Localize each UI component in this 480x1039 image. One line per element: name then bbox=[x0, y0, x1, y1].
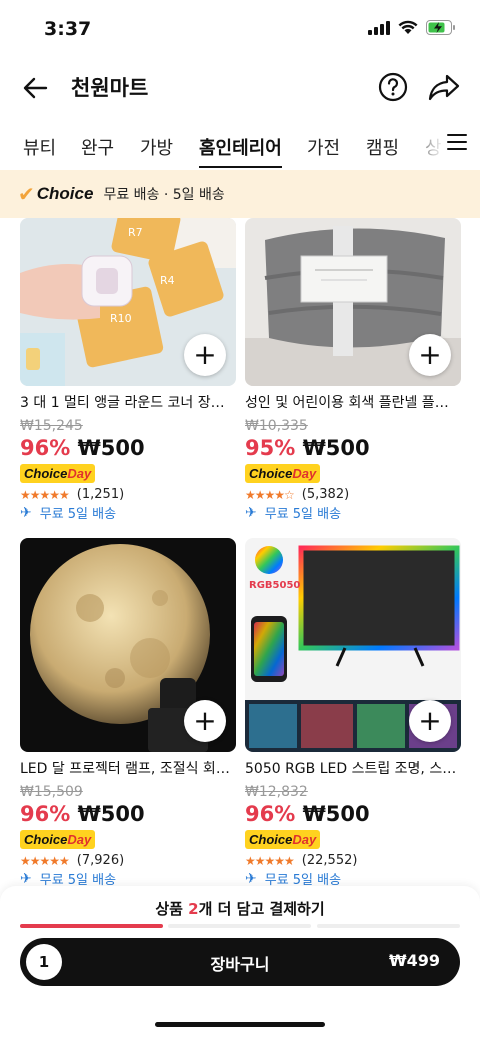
battery-charging-icon bbox=[426, 20, 455, 35]
menu-icon[interactable] bbox=[446, 130, 468, 154]
product-image[interactable]: + bbox=[20, 538, 236, 752]
shipping-row: ✈ 무료 5일 배송 bbox=[20, 869, 236, 887]
airplane-icon: ✈ bbox=[245, 870, 257, 887]
add-to-cart-plus-icon[interactable]: + bbox=[184, 334, 226, 376]
cart-total: ₩499 bbox=[388, 951, 440, 970]
tab-bags[interactable]: 가방 bbox=[140, 134, 173, 160]
product-name[interactable]: LED 달 프로젝터 램프, 조절식 회전 ... bbox=[20, 758, 236, 778]
checkout-panel: 상품 2개 더 담고 결제하기 1 장바구니 ₩499 bbox=[0, 886, 480, 1039]
add-to-cart-plus-icon[interactable]: + bbox=[184, 700, 226, 742]
discount-percent: 96% bbox=[20, 436, 71, 460]
discount-percent: 95% bbox=[245, 436, 296, 460]
shipping-row: ✈ 무료 5일 배송 bbox=[245, 503, 461, 523]
shipping-row: ✈ 무료 5일 배송 bbox=[20, 503, 236, 523]
product-card[interactable]: RGB5050 + 5050 RGB LED 스트립 조명, 스마... ₩12… bbox=[245, 538, 461, 886]
price-line: 96% ₩500 bbox=[20, 436, 236, 460]
image-label-r10: R10 bbox=[110, 312, 132, 325]
price-line: 96% ₩500 bbox=[245, 802, 461, 826]
add-to-cart-plus-icon[interactable]: + bbox=[409, 700, 451, 742]
choice-day-badge: ChoiceDay bbox=[20, 464, 96, 483]
sale-price: ₩500 bbox=[302, 436, 370, 460]
star-rating-icon: ★★★★☆ bbox=[245, 487, 295, 502]
tab-camping[interactable]: 캠핑 bbox=[366, 134, 399, 160]
progress-segment bbox=[168, 924, 311, 928]
cart-button[interactable]: 1 장바구니 ₩499 bbox=[20, 938, 460, 986]
image-label-rgb5050: RGB5050 bbox=[249, 580, 300, 591]
sale-price: ₩500 bbox=[302, 802, 370, 826]
shipping-text: 무료 5일 배송 bbox=[39, 507, 117, 522]
choice-day-badge: ChoiceDay bbox=[245, 830, 321, 849]
help-icon[interactable] bbox=[377, 71, 409, 103]
category-tabs: 뷰티 완구 가방 홈인테리어 가전 캠핑 상 bbox=[0, 124, 480, 168]
star-rating-icon: ★★★★★ bbox=[245, 853, 295, 868]
original-price: ₩15,509 bbox=[20, 784, 83, 800]
airplane-icon: ✈ bbox=[20, 504, 32, 521]
product-card[interactable]: + LED 달 프로젝터 램프, 조절식 회전 ... ₩15,509 96% … bbox=[20, 538, 236, 886]
promo-progress bbox=[20, 924, 460, 928]
tab-home-interior[interactable]: 홈인테리어 bbox=[199, 134, 282, 168]
star-rating-icon: ★★★★★ bbox=[20, 487, 70, 502]
discount-percent: 96% bbox=[20, 802, 71, 826]
choice-day-badge: ChoiceDay bbox=[20, 830, 96, 849]
original-price: ₩10,335 bbox=[245, 418, 308, 434]
rating-row: ★★★★★ (7,926) bbox=[20, 853, 236, 868]
tab-beauty[interactable]: 뷰티 bbox=[23, 134, 56, 160]
add-to-cart-plus-icon[interactable]: + bbox=[409, 334, 451, 376]
choice-banner[interactable]: ✔ Choice 무료 배송 · 5일 배송 bbox=[0, 170, 480, 218]
promo-message: 상품 2개 더 담고 결제하기 bbox=[155, 900, 325, 918]
signal-icon bbox=[368, 20, 390, 35]
rating-row: ★★★★★ (22,552) bbox=[245, 853, 461, 868]
shipping-row: ✈ 무료 5일 배송 bbox=[245, 869, 461, 887]
review-count: (7,926) bbox=[76, 853, 125, 868]
star-rating-icon: ★★★★★ bbox=[20, 853, 70, 868]
choice-day-badge: ChoiceDay bbox=[245, 464, 321, 483]
share-icon[interactable] bbox=[427, 71, 461, 103]
shipping-text: 무료 5일 배송 bbox=[264, 507, 342, 522]
product-image[interactable]: R7 R4 R10 + bbox=[20, 218, 236, 386]
review-count: (5,382) bbox=[301, 487, 350, 502]
sale-price: ₩500 bbox=[77, 436, 145, 460]
original-price: ₩12,832 bbox=[245, 784, 308, 800]
progress-segment bbox=[317, 924, 460, 928]
back-arrow-icon[interactable] bbox=[20, 72, 52, 104]
tabs-fade bbox=[404, 124, 444, 168]
progress-segment bbox=[20, 924, 163, 928]
product-image[interactable]: RGB5050 + bbox=[245, 538, 461, 752]
tab-toys[interactable]: 완구 bbox=[81, 134, 114, 160]
product-card[interactable]: R7 R4 R10 + 3 대 1 멀티 앵글 라운드 코너 장치 ... ₩1… bbox=[20, 218, 236, 522]
price-line: 95% ₩500 bbox=[245, 436, 461, 460]
review-count: (22,552) bbox=[301, 853, 358, 868]
product-grid: R7 R4 R10 + 3 대 1 멀티 앵글 라운드 코너 장치 ... ₩1… bbox=[0, 218, 480, 886]
wifi-icon bbox=[398, 20, 418, 34]
airplane-icon: ✈ bbox=[20, 870, 32, 887]
rating-row: ★★★★☆ (5,382) bbox=[245, 487, 461, 502]
status-icons bbox=[368, 20, 456, 35]
status-bar: 3:37 bbox=[0, 0, 480, 60]
price-line: 96% ₩500 bbox=[20, 802, 236, 826]
product-name[interactable]: 3 대 1 멀티 앵글 라운드 코너 장치 ... bbox=[20, 392, 236, 412]
discount-percent: 96% bbox=[245, 802, 296, 826]
image-label-r7: R7 bbox=[128, 226, 143, 239]
status-time: 3:37 bbox=[44, 18, 92, 40]
home-indicator[interactable] bbox=[155, 1022, 325, 1027]
image-label-r4: R4 bbox=[160, 274, 175, 287]
product-card[interactable]: + 성인 및 어린이용 회색 플란넬 플리스... ₩10,335 95% ₩5… bbox=[245, 218, 461, 522]
top-header: 천원마트 bbox=[0, 60, 480, 116]
choice-brand: Choice bbox=[36, 184, 94, 203]
shipping-text: 무료 5일 배송 bbox=[39, 873, 117, 886]
choice-check-icon: ✔ bbox=[18, 182, 35, 206]
product-name[interactable]: 5050 RGB LED 스트립 조명, 스마... bbox=[245, 758, 461, 778]
airplane-icon: ✈ bbox=[245, 504, 257, 521]
choice-shipping-desc: 무료 배송 · 5일 배송 bbox=[103, 187, 225, 203]
promo-count: 2 bbox=[188, 900, 199, 918]
tab-appliances[interactable]: 가전 bbox=[307, 134, 340, 160]
page-title: 천원마트 bbox=[71, 76, 149, 100]
product-image[interactable]: + bbox=[245, 218, 461, 386]
shipping-text: 무료 5일 배송 bbox=[264, 873, 342, 886]
rating-row: ★★★★★ (1,251) bbox=[20, 487, 236, 502]
original-price: ₩15,245 bbox=[20, 418, 83, 434]
product-name[interactable]: 성인 및 어린이용 회색 플란넬 플리스... bbox=[245, 392, 461, 412]
review-count: (1,251) bbox=[76, 487, 125, 502]
sale-price: ₩500 bbox=[77, 802, 145, 826]
